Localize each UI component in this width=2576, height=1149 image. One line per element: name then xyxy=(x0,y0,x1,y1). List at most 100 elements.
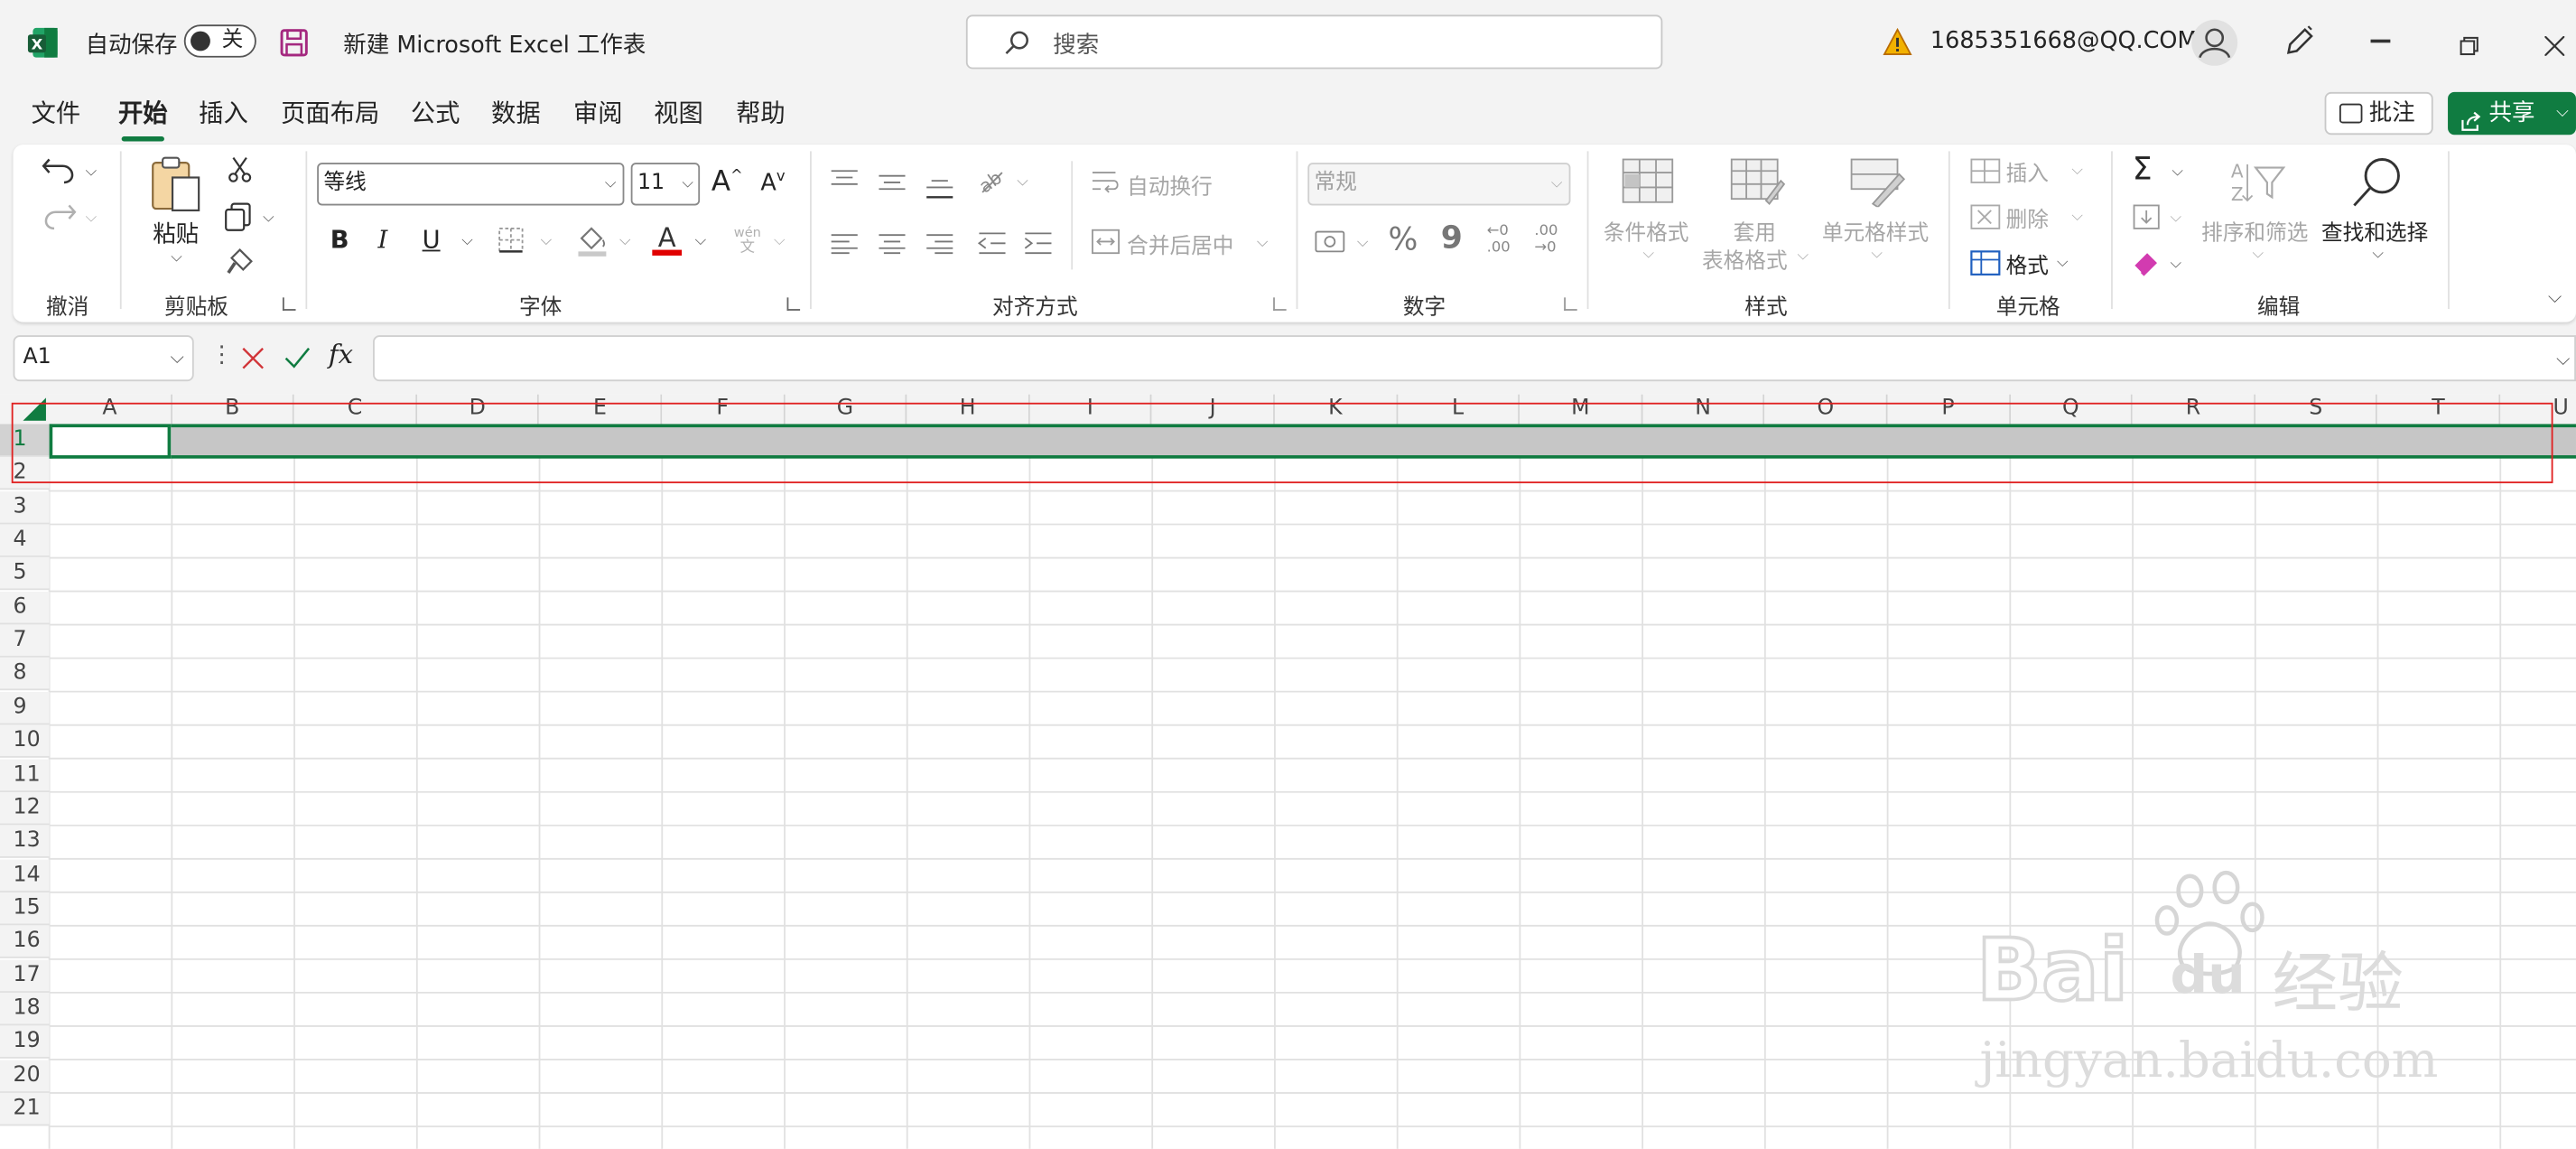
cell-styles-chevron-down-icon[interactable]: ⌵ xyxy=(1871,247,1882,263)
copy-chevron-down-icon[interactable]: ⌵ xyxy=(263,210,274,227)
align-center-icon[interactable] xyxy=(878,230,907,255)
align-bottom-icon[interactable] xyxy=(925,176,954,199)
italic-button[interactable]: I xyxy=(377,225,387,255)
row-header[interactable]: 5 xyxy=(0,557,50,591)
more-options-icon[interactable]: ⋮ xyxy=(210,341,233,368)
sort-filter-chevron-down-icon[interactable]: ⌵ xyxy=(2253,247,2264,263)
confirm-entry-icon[interactable] xyxy=(284,345,311,369)
font-color-chevron-down-icon[interactable]: ⌵ xyxy=(695,233,706,249)
delete-chevron-down-icon[interactable]: ⌵ xyxy=(2071,209,2082,225)
format-table-label-2[interactable]: 表格格式 xyxy=(1702,243,1788,275)
delete-cells-icon[interactable] xyxy=(1970,204,2002,230)
merge-center-label[interactable]: 合并后居中 xyxy=(1127,229,1233,259)
cut-icon[interactable] xyxy=(227,156,253,182)
increase-font-size-icon[interactable]: A^ xyxy=(711,166,743,199)
clipboard-launcher-icon[interactable] xyxy=(282,297,296,311)
conditional-format-icon[interactable] xyxy=(1622,158,1674,208)
row-header[interactable]: 20 xyxy=(0,1059,50,1093)
tab-data[interactable]: 数据 xyxy=(491,90,541,136)
font-launcher-icon[interactable] xyxy=(786,297,801,311)
align-top-icon[interactable] xyxy=(830,166,860,189)
tab-home[interactable]: 开始 xyxy=(118,90,168,142)
close-icon[interactable] xyxy=(2543,32,2566,57)
format-cells-icon[interactable] xyxy=(1970,250,2002,276)
delete-cells-label[interactable]: 删除 xyxy=(2006,202,2049,233)
formula-expand-chevron-icon[interactable]: ⌵ xyxy=(2556,349,2570,371)
tab-view[interactable]: 视图 xyxy=(654,90,703,136)
orientation-icon[interactable]: ab xyxy=(975,166,1006,197)
autosave-toggle[interactable]: 关 xyxy=(183,24,256,58)
cell-styles-icon[interactable] xyxy=(1850,158,1906,209)
row-header[interactable]: 18 xyxy=(0,992,50,1026)
row-header[interactable]: 6 xyxy=(0,591,50,624)
warning-icon[interactable] xyxy=(1883,27,1912,56)
wrap-text-label[interactable]: 自动换行 xyxy=(1127,169,1213,201)
cancel-entry-icon[interactable] xyxy=(241,345,264,369)
format-as-table-icon[interactable] xyxy=(1730,158,1786,208)
search-box[interactable]: 搜索 xyxy=(965,14,1663,70)
comma-style-button[interactable]: 9 xyxy=(1441,220,1463,257)
number-format-combo[interactable]: 常规 ⌵ xyxy=(1307,163,1571,206)
title-chevron-down-icon[interactable]: ⌵ xyxy=(629,34,643,57)
tab-help[interactable]: 帮助 xyxy=(736,90,786,136)
borders-icon[interactable] xyxy=(498,227,524,253)
orientation-chevron-down-icon[interactable]: ⌵ xyxy=(1017,174,1028,191)
name-box-chevron-down-icon[interactable]: ⌵ xyxy=(171,337,184,379)
increase-indent-icon[interactable] xyxy=(1024,230,1054,255)
row-header[interactable]: 12 xyxy=(0,791,50,826)
align-middle-icon[interactable] xyxy=(878,171,907,193)
merge-center-icon[interactable] xyxy=(1091,229,1121,255)
wrap-text-icon[interactable] xyxy=(1091,169,1121,195)
align-left-icon[interactable] xyxy=(830,230,860,255)
row-header[interactable]: 19 xyxy=(0,1025,50,1060)
borders-chevron-down-icon[interactable]: ⌵ xyxy=(541,233,552,249)
number-launcher-icon[interactable] xyxy=(1564,297,1577,311)
font-name-chevron-down-icon[interactable]: ⌵ xyxy=(605,164,616,204)
font-name-combo[interactable]: 等线 ⌵ xyxy=(317,163,625,206)
row-header[interactable]: 8 xyxy=(0,658,50,691)
row-header[interactable]: 7 xyxy=(0,624,50,658)
paste-icon[interactable] xyxy=(150,156,206,216)
restore-icon[interactable] xyxy=(2460,32,2479,56)
font-color-icon[interactable]: A xyxy=(651,222,684,258)
copy-icon[interactable] xyxy=(223,202,253,232)
tab-review[interactable]: 审阅 xyxy=(573,90,623,136)
find-select-icon[interactable] xyxy=(2349,154,2405,210)
insert-cells-icon[interactable] xyxy=(1970,158,2002,184)
paste-label[interactable]: 粘贴 xyxy=(153,217,199,249)
tab-page-layout[interactable]: 页面布局 xyxy=(281,90,379,136)
row-header[interactable]: 10 xyxy=(0,724,50,759)
clear-eraser-icon[interactable] xyxy=(2131,250,2161,276)
format-table-label-1[interactable]: 套用 xyxy=(1734,215,1776,247)
find-select-label[interactable]: 查找和选择 xyxy=(2321,215,2428,247)
increase-decimal-icon[interactable]: ←0.00 xyxy=(1487,223,1523,259)
autosum-chevron-down-icon[interactable]: ⌵ xyxy=(2171,164,2182,181)
clear-chevron-down-icon[interactable]: ⌵ xyxy=(2171,257,2181,273)
account-email[interactable]: 1685351668@QQ.COM xyxy=(1930,28,2198,54)
save-icon[interactable] xyxy=(279,28,309,58)
find-select-chevron-down-icon[interactable]: ⌵ xyxy=(2372,247,2383,263)
align-right-icon[interactable] xyxy=(925,230,954,255)
underline-button[interactable]: U xyxy=(423,225,441,255)
tab-file[interactable]: 文件 xyxy=(32,90,81,136)
percent-button[interactable]: % xyxy=(1388,222,1418,258)
row-header[interactable]: 16 xyxy=(0,925,50,959)
paste-chevron-down-icon[interactable]: ⌵ xyxy=(171,250,181,266)
format-table-chevron-down-icon[interactable]: ⌵ xyxy=(1798,248,1809,265)
number-format-chevron-down-icon[interactable]: ⌵ xyxy=(1551,164,1562,204)
format-cells-label[interactable]: 格式 xyxy=(2006,248,2049,279)
name-box[interactable]: A1 ⌵ xyxy=(13,335,194,382)
undo-chevron-down-icon[interactable]: ⌵ xyxy=(86,164,97,181)
font-size-combo[interactable]: 11 ⌵ xyxy=(630,163,701,206)
conditional-format-label[interactable]: 条件格式 xyxy=(1604,215,1689,247)
decrease-font-size-icon[interactable]: Av xyxy=(760,169,785,196)
designer-pen-icon[interactable] xyxy=(2283,24,2316,57)
document-title[interactable]: 新建 Microsoft Excel 工作表 xyxy=(343,28,646,61)
undo-icon[interactable] xyxy=(41,154,77,184)
row-header[interactable]: 21 xyxy=(0,1092,50,1126)
row-header[interactable]: 3 xyxy=(0,490,50,524)
row-header[interactable]: 15 xyxy=(0,892,50,926)
row-header[interactable]: 17 xyxy=(0,958,50,993)
fill-chevron-down-icon[interactable]: ⌵ xyxy=(2171,210,2181,227)
row-header[interactable]: 4 xyxy=(0,524,50,557)
